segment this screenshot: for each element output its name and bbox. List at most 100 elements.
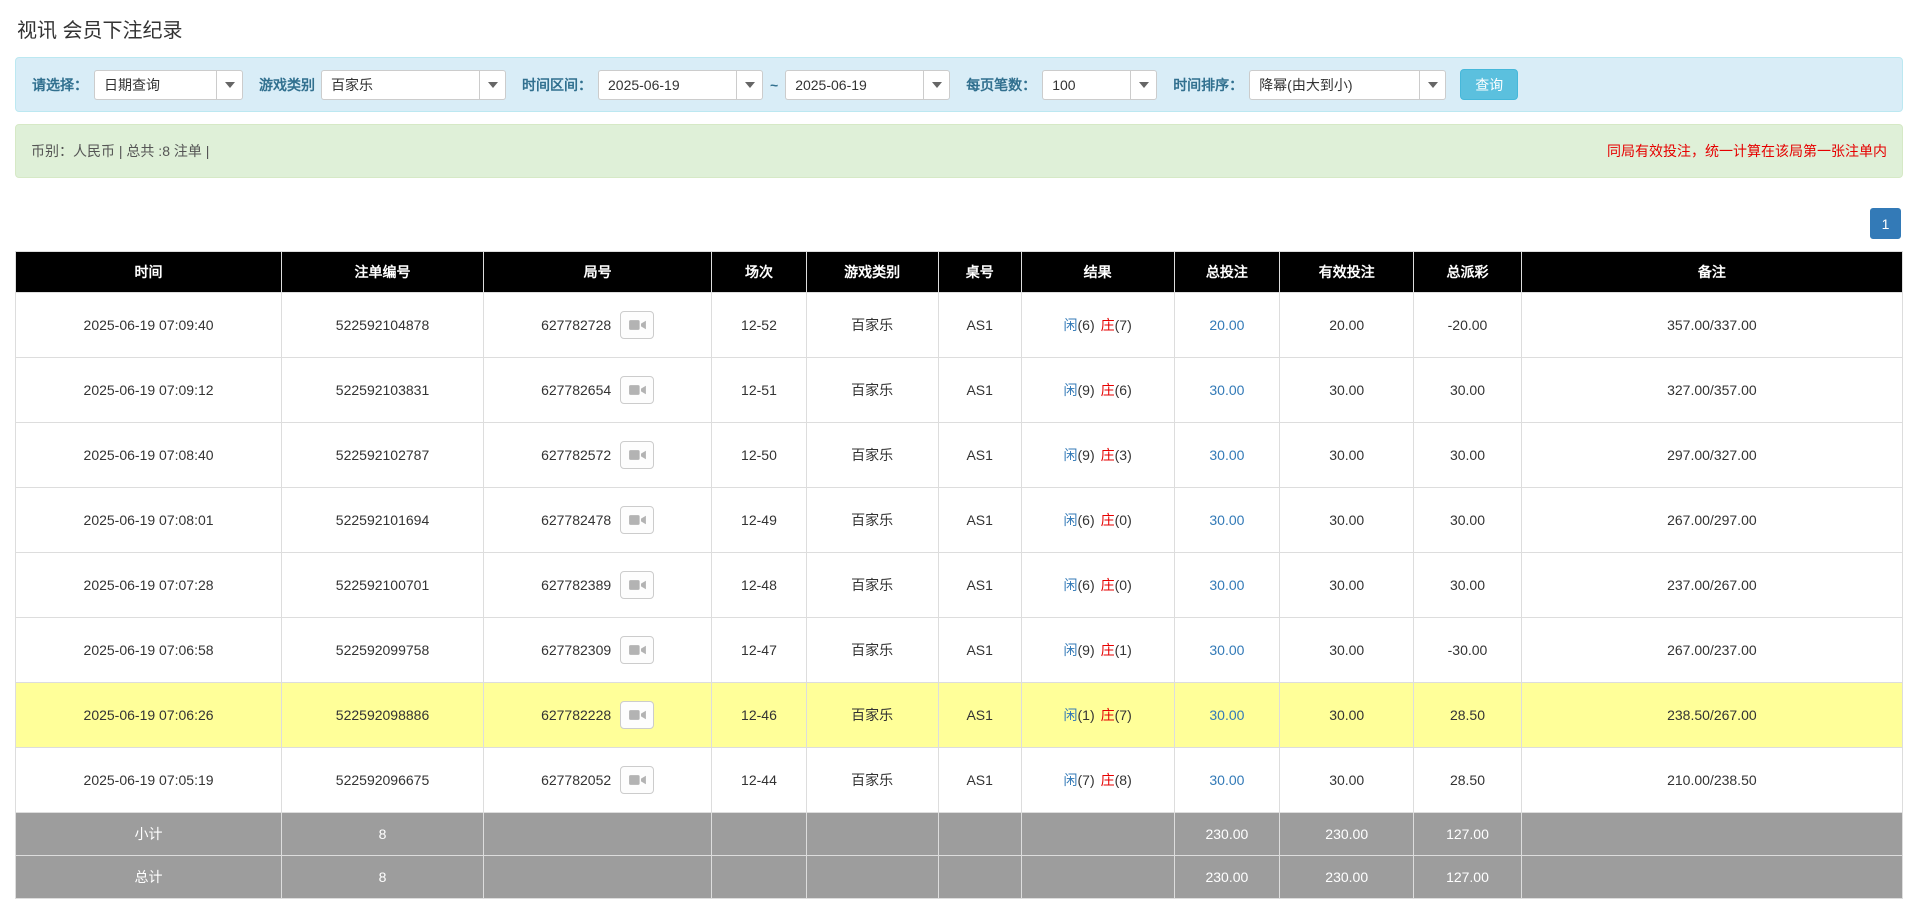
header-payout: 总派彩 xyxy=(1414,252,1522,293)
video-replay-button[interactable] xyxy=(620,311,654,339)
total-bet-link[interactable]: 30.00 xyxy=(1209,577,1244,593)
table-no-cell: AS1 xyxy=(938,358,1021,423)
remark-cell: 210.00/238.50 xyxy=(1521,748,1902,813)
table-row: 2025-06-19 07:09:12 522592103831 6277826… xyxy=(16,358,1903,423)
banker-result-score: (8) xyxy=(1115,772,1132,788)
date-to-input[interactable] xyxy=(785,70,923,100)
banker-result-label: 庄 xyxy=(1101,317,1115,333)
banker-result-label: 庄 xyxy=(1101,772,1115,788)
select-label: 请选择： xyxy=(32,75,88,95)
date-to-combobox xyxy=(785,70,950,100)
date-from-input[interactable] xyxy=(598,70,736,100)
player-result-label: 闲 xyxy=(1064,512,1078,528)
remark-cell: 267.00/237.00 xyxy=(1521,618,1902,683)
page-size-label: 每页笔数： xyxy=(966,75,1036,95)
subtotal-valid-bet: 230.00 xyxy=(1280,813,1414,856)
time-cell: 2025-06-19 07:05:19 xyxy=(16,748,282,813)
total-bet-link[interactable]: 30.00 xyxy=(1209,382,1244,398)
caret-down-icon xyxy=(745,82,755,88)
empty-cell xyxy=(806,813,938,856)
result-cell: 闲(7)庄(8) xyxy=(1021,748,1174,813)
table-row: 2025-06-19 07:08:01 522592101694 6277824… xyxy=(16,488,1903,553)
page-size-dropdown-button[interactable] xyxy=(1130,70,1157,100)
pagination-page-1[interactable]: 1 xyxy=(1870,208,1901,239)
bet-id-cell: 522592104878 xyxy=(282,293,484,358)
filter-bar: 请选择： 游戏类别 时间区间： ~ 每页笔数： 时间排序： 查询 xyxy=(15,57,1903,112)
total-bet-link[interactable]: 30.00 xyxy=(1209,707,1244,723)
empty-cell xyxy=(1521,856,1902,899)
video-replay-icon xyxy=(629,643,646,657)
player-result-score: (6) xyxy=(1078,317,1095,333)
subtotal-count: 8 xyxy=(282,813,484,856)
time-cell: 2025-06-19 07:06:58 xyxy=(16,618,282,683)
header-valid-bet: 有效投注 xyxy=(1280,252,1414,293)
time-cell: 2025-06-19 07:09:12 xyxy=(16,358,282,423)
video-replay-button[interactable] xyxy=(620,376,654,404)
table-row: 2025-06-19 07:08:40 522592102787 6277825… xyxy=(16,423,1903,488)
header-remark: 备注 xyxy=(1521,252,1902,293)
remark-cell: 238.50/267.00 xyxy=(1521,683,1902,748)
header-total-bet: 总投注 xyxy=(1174,252,1280,293)
video-replay-button[interactable] xyxy=(620,766,654,794)
query-type-input[interactable] xyxy=(94,70,216,100)
session-cell: 12-46 xyxy=(712,683,806,748)
game-type-label: 游戏类别 xyxy=(259,75,315,95)
time-cell: 2025-06-19 07:08:40 xyxy=(16,423,282,488)
total-bet-cell: 30.00 xyxy=(1174,553,1280,618)
caret-down-icon xyxy=(488,82,498,88)
banker-result-label: 庄 xyxy=(1101,382,1115,398)
table-no-cell: AS1 xyxy=(938,423,1021,488)
player-result-score: (9) xyxy=(1078,447,1095,463)
payout-cell: -20.00 xyxy=(1414,293,1522,358)
remark-cell: 297.00/327.00 xyxy=(1521,423,1902,488)
query-type-combobox xyxy=(94,70,243,100)
video-replay-button[interactable] xyxy=(620,636,654,664)
total-bet-link[interactable]: 20.00 xyxy=(1209,317,1244,333)
bet-id-cell: 522592102787 xyxy=(282,423,484,488)
page-size-input[interactable] xyxy=(1042,70,1130,100)
round-cell: 627782309 xyxy=(483,618,711,683)
header-table-no: 桌号 xyxy=(938,252,1021,293)
game-type-input[interactable] xyxy=(321,70,479,100)
grand-total-row: 总计 8 230.00 230.00 127.00 xyxy=(16,856,1903,899)
total-bet-link[interactable]: 30.00 xyxy=(1209,447,1244,463)
subtotal-label: 小计 xyxy=(16,813,282,856)
summary-currency-total: 币别：人民币 | 总共 :8 注单 | xyxy=(31,141,209,161)
caret-down-icon xyxy=(225,82,235,88)
subtotal-total-bet: 230.00 xyxy=(1174,813,1280,856)
total-bet-link[interactable]: 30.00 xyxy=(1209,772,1244,788)
empty-cell xyxy=(938,813,1021,856)
player-result-score: (7) xyxy=(1078,772,1095,788)
sort-input[interactable] xyxy=(1249,70,1419,100)
header-result: 结果 xyxy=(1021,252,1174,293)
query-type-dropdown-button[interactable] xyxy=(216,70,243,100)
video-replay-button[interactable] xyxy=(620,506,654,534)
player-result-label: 闲 xyxy=(1064,642,1078,658)
banker-result-score: (0) xyxy=(1115,512,1132,528)
table-row: 2025-06-19 07:07:28 522592100701 6277823… xyxy=(16,553,1903,618)
query-button[interactable]: 查询 xyxy=(1460,69,1518,100)
sort-dropdown-button[interactable] xyxy=(1419,70,1446,100)
session-cell: 12-47 xyxy=(712,618,806,683)
game-type-dropdown-button[interactable] xyxy=(479,70,506,100)
total-bet-cell: 20.00 xyxy=(1174,293,1280,358)
video-replay-button[interactable] xyxy=(620,441,654,469)
date-to-dropdown-button[interactable] xyxy=(923,70,950,100)
bet-id-cell: 522592096675 xyxy=(282,748,484,813)
valid-bet-cell: 30.00 xyxy=(1280,358,1414,423)
video-replay-button[interactable] xyxy=(620,701,654,729)
page-title: 视讯 会员下注纪录 xyxy=(17,14,1903,43)
grand-total-payout: 127.00 xyxy=(1414,856,1522,899)
result-cell: 闲(9)庄(6) xyxy=(1021,358,1174,423)
round-cell: 627782052 xyxy=(483,748,711,813)
total-bet-link[interactable]: 30.00 xyxy=(1209,512,1244,528)
player-result-score: (9) xyxy=(1078,642,1095,658)
round-cell: 627782728 xyxy=(483,293,711,358)
total-bet-cell: 30.00 xyxy=(1174,748,1280,813)
session-cell: 12-44 xyxy=(712,748,806,813)
total-bet-cell: 30.00 xyxy=(1174,618,1280,683)
total-bet-link[interactable]: 30.00 xyxy=(1209,642,1244,658)
date-from-dropdown-button[interactable] xyxy=(736,70,763,100)
table-row: 2025-06-19 07:05:19 522592096675 6277820… xyxy=(16,748,1903,813)
video-replay-button[interactable] xyxy=(620,571,654,599)
